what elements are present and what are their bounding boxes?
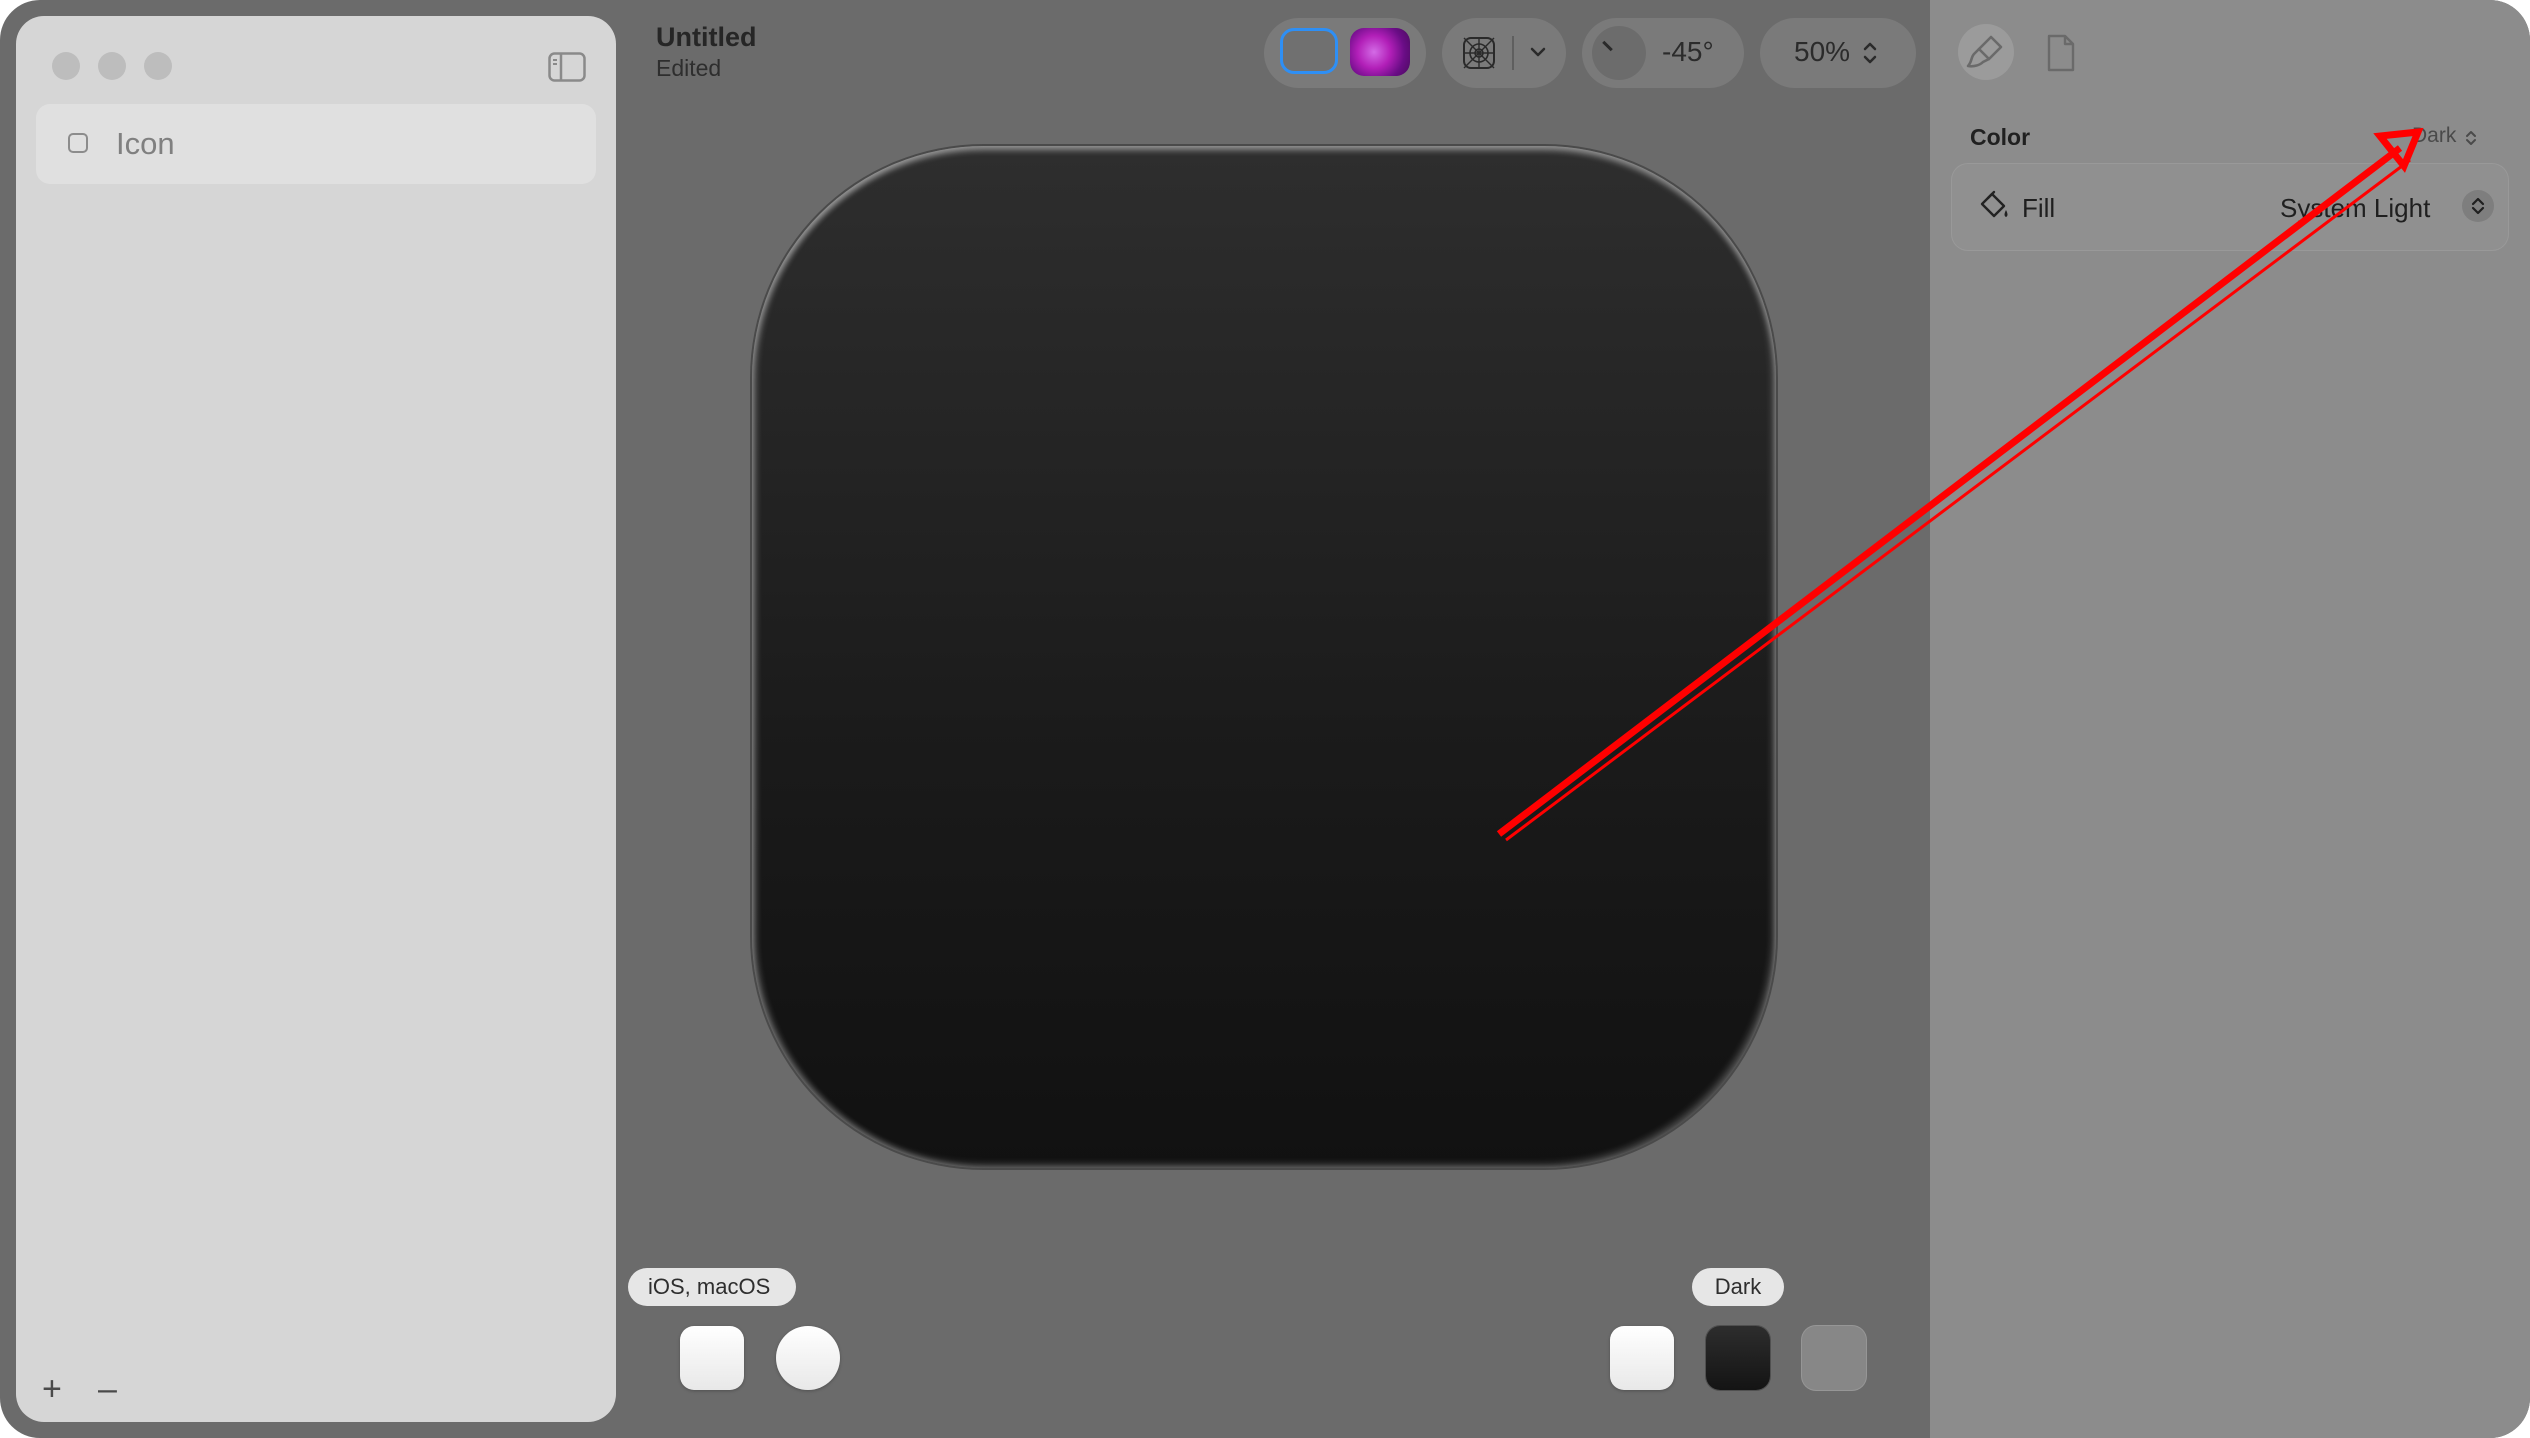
background-picker	[1264, 18, 1426, 88]
dial-indicator	[1602, 40, 1613, 52]
zoom-control[interactable]: 50%	[1760, 18, 1916, 88]
fill-label: Fill	[2022, 193, 2056, 223]
zoom-value: 50%	[1794, 36, 1851, 67]
fill-stepper-button[interactable]	[2462, 190, 2494, 222]
preview-ios-square[interactable]	[680, 1326, 744, 1390]
document-icon[interactable]	[2046, 34, 2076, 72]
background-plain-button[interactable]	[1280, 28, 1338, 74]
preview-light[interactable]	[1610, 1326, 1674, 1390]
appearance-inspector-tab[interactable]	[1958, 24, 2014, 80]
chevron-up-down-icon[interactable]	[1860, 38, 1880, 68]
document-status: Edited	[656, 55, 722, 81]
chevron-up-down-icon[interactable]	[2464, 128, 2478, 148]
app-window: Icon + – Untitled Edited -45° 50% iOS, m…	[0, 0, 2530, 1438]
background-image-button[interactable]	[1350, 28, 1410, 76]
light-angle-dial[interactable]	[1592, 26, 1646, 80]
layer-item-icon[interactable]: Icon	[36, 104, 596, 184]
fill-row[interactable]: Fill System Light	[1952, 164, 2508, 250]
preview-tinted[interactable]	[1802, 1326, 1866, 1390]
paint-bucket-icon	[1980, 190, 2008, 218]
light-angle-value: -45°	[1662, 36, 1714, 67]
close-window-button[interactable]	[52, 52, 80, 80]
icon-canvas-preview[interactable]	[752, 146, 1776, 1168]
grid-overlay-control[interactable]	[1442, 18, 1566, 88]
fill-value-select[interactable]: System Light	[2280, 193, 2430, 224]
sidebar: Icon + –	[16, 16, 616, 1422]
chevron-up-down-icon	[2471, 197, 2485, 215]
preview-dark[interactable]	[1706, 1326, 1770, 1390]
preview-macos-circle[interactable]	[776, 1326, 840, 1390]
sidebar-toggle-icon[interactable]	[548, 52, 586, 82]
appearance-select[interactable]: Dark	[2412, 124, 2456, 148]
layer-checkbox[interactable]	[68, 133, 88, 153]
appearance-tag: Dark	[1692, 1268, 1784, 1306]
color-section-title: Color	[1970, 124, 2031, 150]
grid-overlay-icon[interactable]	[1462, 36, 1496, 70]
toolbar-divider	[1512, 36, 1514, 70]
platform-tag: iOS, macOS	[628, 1268, 796, 1306]
add-layer-button[interactable]: +	[42, 1372, 62, 1406]
paintbrush-icon	[1966, 35, 2003, 68]
inspector-panel: Color Dark Fill System Light	[1930, 0, 2530, 1438]
layer-item-label: Icon	[116, 126, 175, 161]
chevron-down-icon[interactable]	[1528, 42, 1548, 62]
document-title: Untitled	[656, 22, 757, 52]
zoom-window-button[interactable]	[144, 52, 172, 80]
light-angle-control[interactable]: -45°	[1582, 18, 1744, 88]
remove-layer-button[interactable]: –	[98, 1372, 117, 1406]
minimize-window-button[interactable]	[98, 52, 126, 80]
